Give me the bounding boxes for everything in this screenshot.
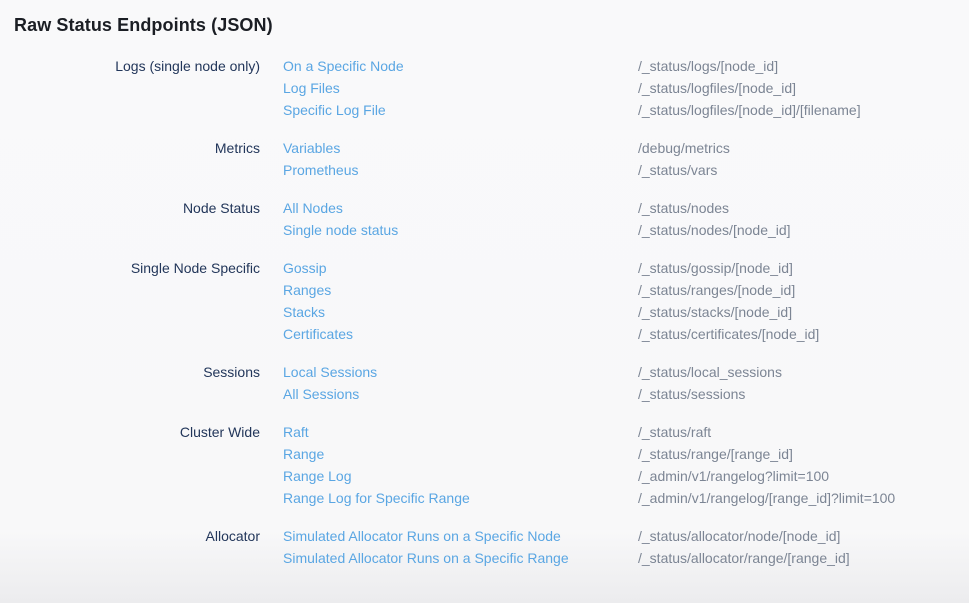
links-column: RaftRangeRange LogRange Log for Specific… — [260, 421, 638, 509]
links-column: VariablesPrometheus — [260, 137, 638, 181]
endpoint-path: /_status/logfiles/[node_id]/[filename] — [638, 99, 969, 121]
endpoint-link[interactable]: Ranges — [283, 279, 638, 301]
links-column: Local SessionsAll Sessions — [260, 361, 638, 405]
endpoint-path: /_status/allocator/range/[range_id] — [638, 547, 969, 569]
endpoint-group: Logs (single node only) On a Specific No… — [0, 55, 969, 121]
endpoint-group: Node Status All NodesSingle node status … — [0, 197, 969, 241]
endpoint-link[interactable]: Log Files — [283, 77, 638, 99]
endpoint-path: /_status/vars — [638, 159, 969, 181]
endpoint-group: Cluster Wide RaftRangeRange LogRange Log… — [0, 421, 969, 509]
endpoint-path: /_status/ranges/[node_id] — [638, 279, 969, 301]
paths-column: /_status/raft/_status/range/[range_id]/_… — [638, 421, 969, 509]
endpoint-link[interactable]: All Nodes — [283, 197, 638, 219]
endpoint-group: Single Node Specific GossipRangesStacksC… — [0, 257, 969, 345]
endpoint-link[interactable]: Range Log — [283, 465, 638, 487]
endpoint-link[interactable]: Simulated Allocator Runs on a Specific N… — [283, 525, 638, 547]
endpoint-path: /_status/nodes/[node_id] — [638, 219, 969, 241]
endpoint-link[interactable]: Gossip — [283, 257, 638, 279]
endpoint-group: Allocator Simulated Allocator Runs on a … — [0, 525, 969, 569]
endpoint-link[interactable]: Range Log for Specific Range — [283, 487, 638, 509]
endpoint-path: /_status/allocator/node/[node_id] — [638, 525, 969, 547]
paths-column: /_status/allocator/node/[node_id]/_statu… — [638, 525, 969, 569]
endpoint-path: /_status/logs/[node_id] — [638, 55, 969, 77]
endpoint-path: /_admin/v1/rangelog/[range_id]?limit=100 — [638, 487, 969, 509]
category-label: Node Status — [0, 197, 260, 241]
endpoint-link[interactable]: Local Sessions — [283, 361, 638, 383]
endpoint-group: Metrics VariablesPrometheus /debug/metri… — [0, 137, 969, 181]
endpoint-path: /_status/certificates/[node_id] — [638, 323, 969, 345]
endpoint-path: /_status/logfiles/[node_id] — [638, 77, 969, 99]
page-title: Raw Status Endpoints (JSON) — [0, 0, 969, 37]
endpoint-path: /_status/sessions — [638, 383, 969, 405]
paths-column: /_status/nodes/_status/nodes/[node_id] — [638, 197, 969, 241]
links-column: Simulated Allocator Runs on a Specific N… — [260, 525, 638, 569]
endpoint-link[interactable]: Single node status — [283, 219, 638, 241]
endpoint-link[interactable]: Range — [283, 443, 638, 465]
endpoint-path: /_status/stacks/[node_id] — [638, 301, 969, 323]
endpoint-path: /_status/local_sessions — [638, 361, 969, 383]
endpoint-link[interactable]: Prometheus — [283, 159, 638, 181]
endpoint-path: /debug/metrics — [638, 137, 969, 159]
endpoint-group: Sessions Local SessionsAll Sessions /_st… — [0, 361, 969, 405]
category-label: Allocator — [0, 525, 260, 569]
endpoints-table: Logs (single node only) On a Specific No… — [0, 37, 969, 569]
endpoint-link[interactable]: Specific Log File — [283, 99, 638, 121]
paths-column: /_status/gossip/[node_id]/_status/ranges… — [638, 257, 969, 345]
links-column: On a Specific NodeLog FilesSpecific Log … — [260, 55, 638, 121]
category-label: Metrics — [0, 137, 260, 181]
paths-column: /_status/local_sessions/_status/sessions — [638, 361, 969, 405]
category-label: Cluster Wide — [0, 421, 260, 509]
endpoint-link[interactable]: Raft — [283, 421, 638, 443]
endpoint-link[interactable]: Simulated Allocator Runs on a Specific R… — [283, 547, 638, 569]
links-column: All NodesSingle node status — [260, 197, 638, 241]
endpoint-link[interactable]: Stacks — [283, 301, 638, 323]
paths-column: /debug/metrics/_status/vars — [638, 137, 969, 181]
paths-column: /_status/logs/[node_id]/_status/logfiles… — [638, 55, 969, 121]
endpoint-link[interactable]: All Sessions — [283, 383, 638, 405]
links-column: GossipRangesStacksCertificates — [260, 257, 638, 345]
endpoint-path: /_status/raft — [638, 421, 969, 443]
category-label: Single Node Specific — [0, 257, 260, 345]
endpoint-link[interactable]: On a Specific Node — [283, 55, 638, 77]
endpoint-link[interactable]: Variables — [283, 137, 638, 159]
endpoint-path: /_admin/v1/rangelog?limit=100 — [638, 465, 969, 487]
endpoint-link[interactable]: Certificates — [283, 323, 638, 345]
endpoint-path: /_status/range/[range_id] — [638, 443, 969, 465]
endpoint-path: /_status/nodes — [638, 197, 969, 219]
endpoint-path: /_status/gossip/[node_id] — [638, 257, 969, 279]
category-label: Logs (single node only) — [0, 55, 260, 121]
category-label: Sessions — [0, 361, 260, 405]
